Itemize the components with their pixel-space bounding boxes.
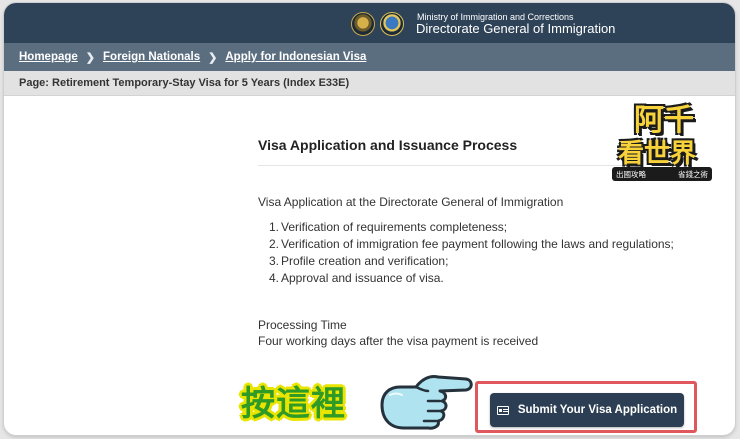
watermark-sub-right: 省錢之術 [678,169,708,179]
watermark-logo: 阿千 看世界 出國攻略 省錢之術 [612,95,712,185]
watermark-subtitle: 出國攻略 省錢之術 [612,167,712,181]
step-number: 1. [269,220,280,234]
watermark-line2: 看世界 [618,139,697,169]
press-here-annotation: 按這裡 [241,384,346,424]
breadcrumb: Homepage ❯ Foreign Nationals ❯ Apply for… [4,43,735,71]
ministry-emblem-icon [351,12,375,36]
directorate-name: Directorate General of Immigration [416,21,616,36]
section-heading: Visa Application and Issuance Process [258,137,518,153]
breadcrumb-apply-visa[interactable]: Apply for Indonesian Visa [225,51,366,63]
chevron-right-icon: ❯ [85,51,96,64]
list-item: 1. Verification of requirements completen… [269,219,674,236]
process-steps-list: 1. Verification of requirements completen… [269,219,674,287]
intro-text: Visa Application at the Directorate Gene… [258,195,564,209]
processing-time-title: Processing Time [258,318,347,332]
breadcrumb-foreign-nationals[interactable]: Foreign Nationals [103,51,200,63]
list-item: 4. Approval and issuance of visa. [269,270,674,287]
breadcrumb-homepage[interactable]: Homepage [19,51,78,63]
step-text: Verification of immigration fee payment … [281,237,674,251]
step-number: 3. [269,254,280,268]
divider [258,165,643,166]
chevron-right-icon: ❯ [208,51,218,64]
id-card-icon [496,405,509,415]
immigration-logo-icon [380,12,404,36]
step-number: 2. [269,237,280,251]
page-title: Page: Retirement Temporary-Stay Visa for… [19,77,350,89]
submit-button-label: Submit Your Visa Application [517,404,678,416]
page-title-bar: Page: Retirement Temporary-Stay Visa for… [4,71,735,96]
submit-visa-application-button[interactable]: Submit Your Visa Application [490,393,684,427]
processing-time-text: Four working days after the visa payment… [258,334,539,348]
site-header: Ministry of Immigration and Corrections … [4,3,735,43]
pointing-hand-icon [380,375,473,430]
watermark-sub-left: 出國攻略 [616,169,646,179]
step-text: Approval and issuance of visa. [281,271,444,285]
list-item: 3. Profile creation and verification; [269,253,674,270]
list-item: 2. Verification of immigration fee paymen… [269,236,674,253]
step-number: 4. [269,271,280,285]
browser-frame: Ministry of Immigration and Corrections … [4,3,735,435]
step-text: Profile creation and verification; [281,254,449,268]
step-text: Verification of requirements completenes… [281,220,508,234]
